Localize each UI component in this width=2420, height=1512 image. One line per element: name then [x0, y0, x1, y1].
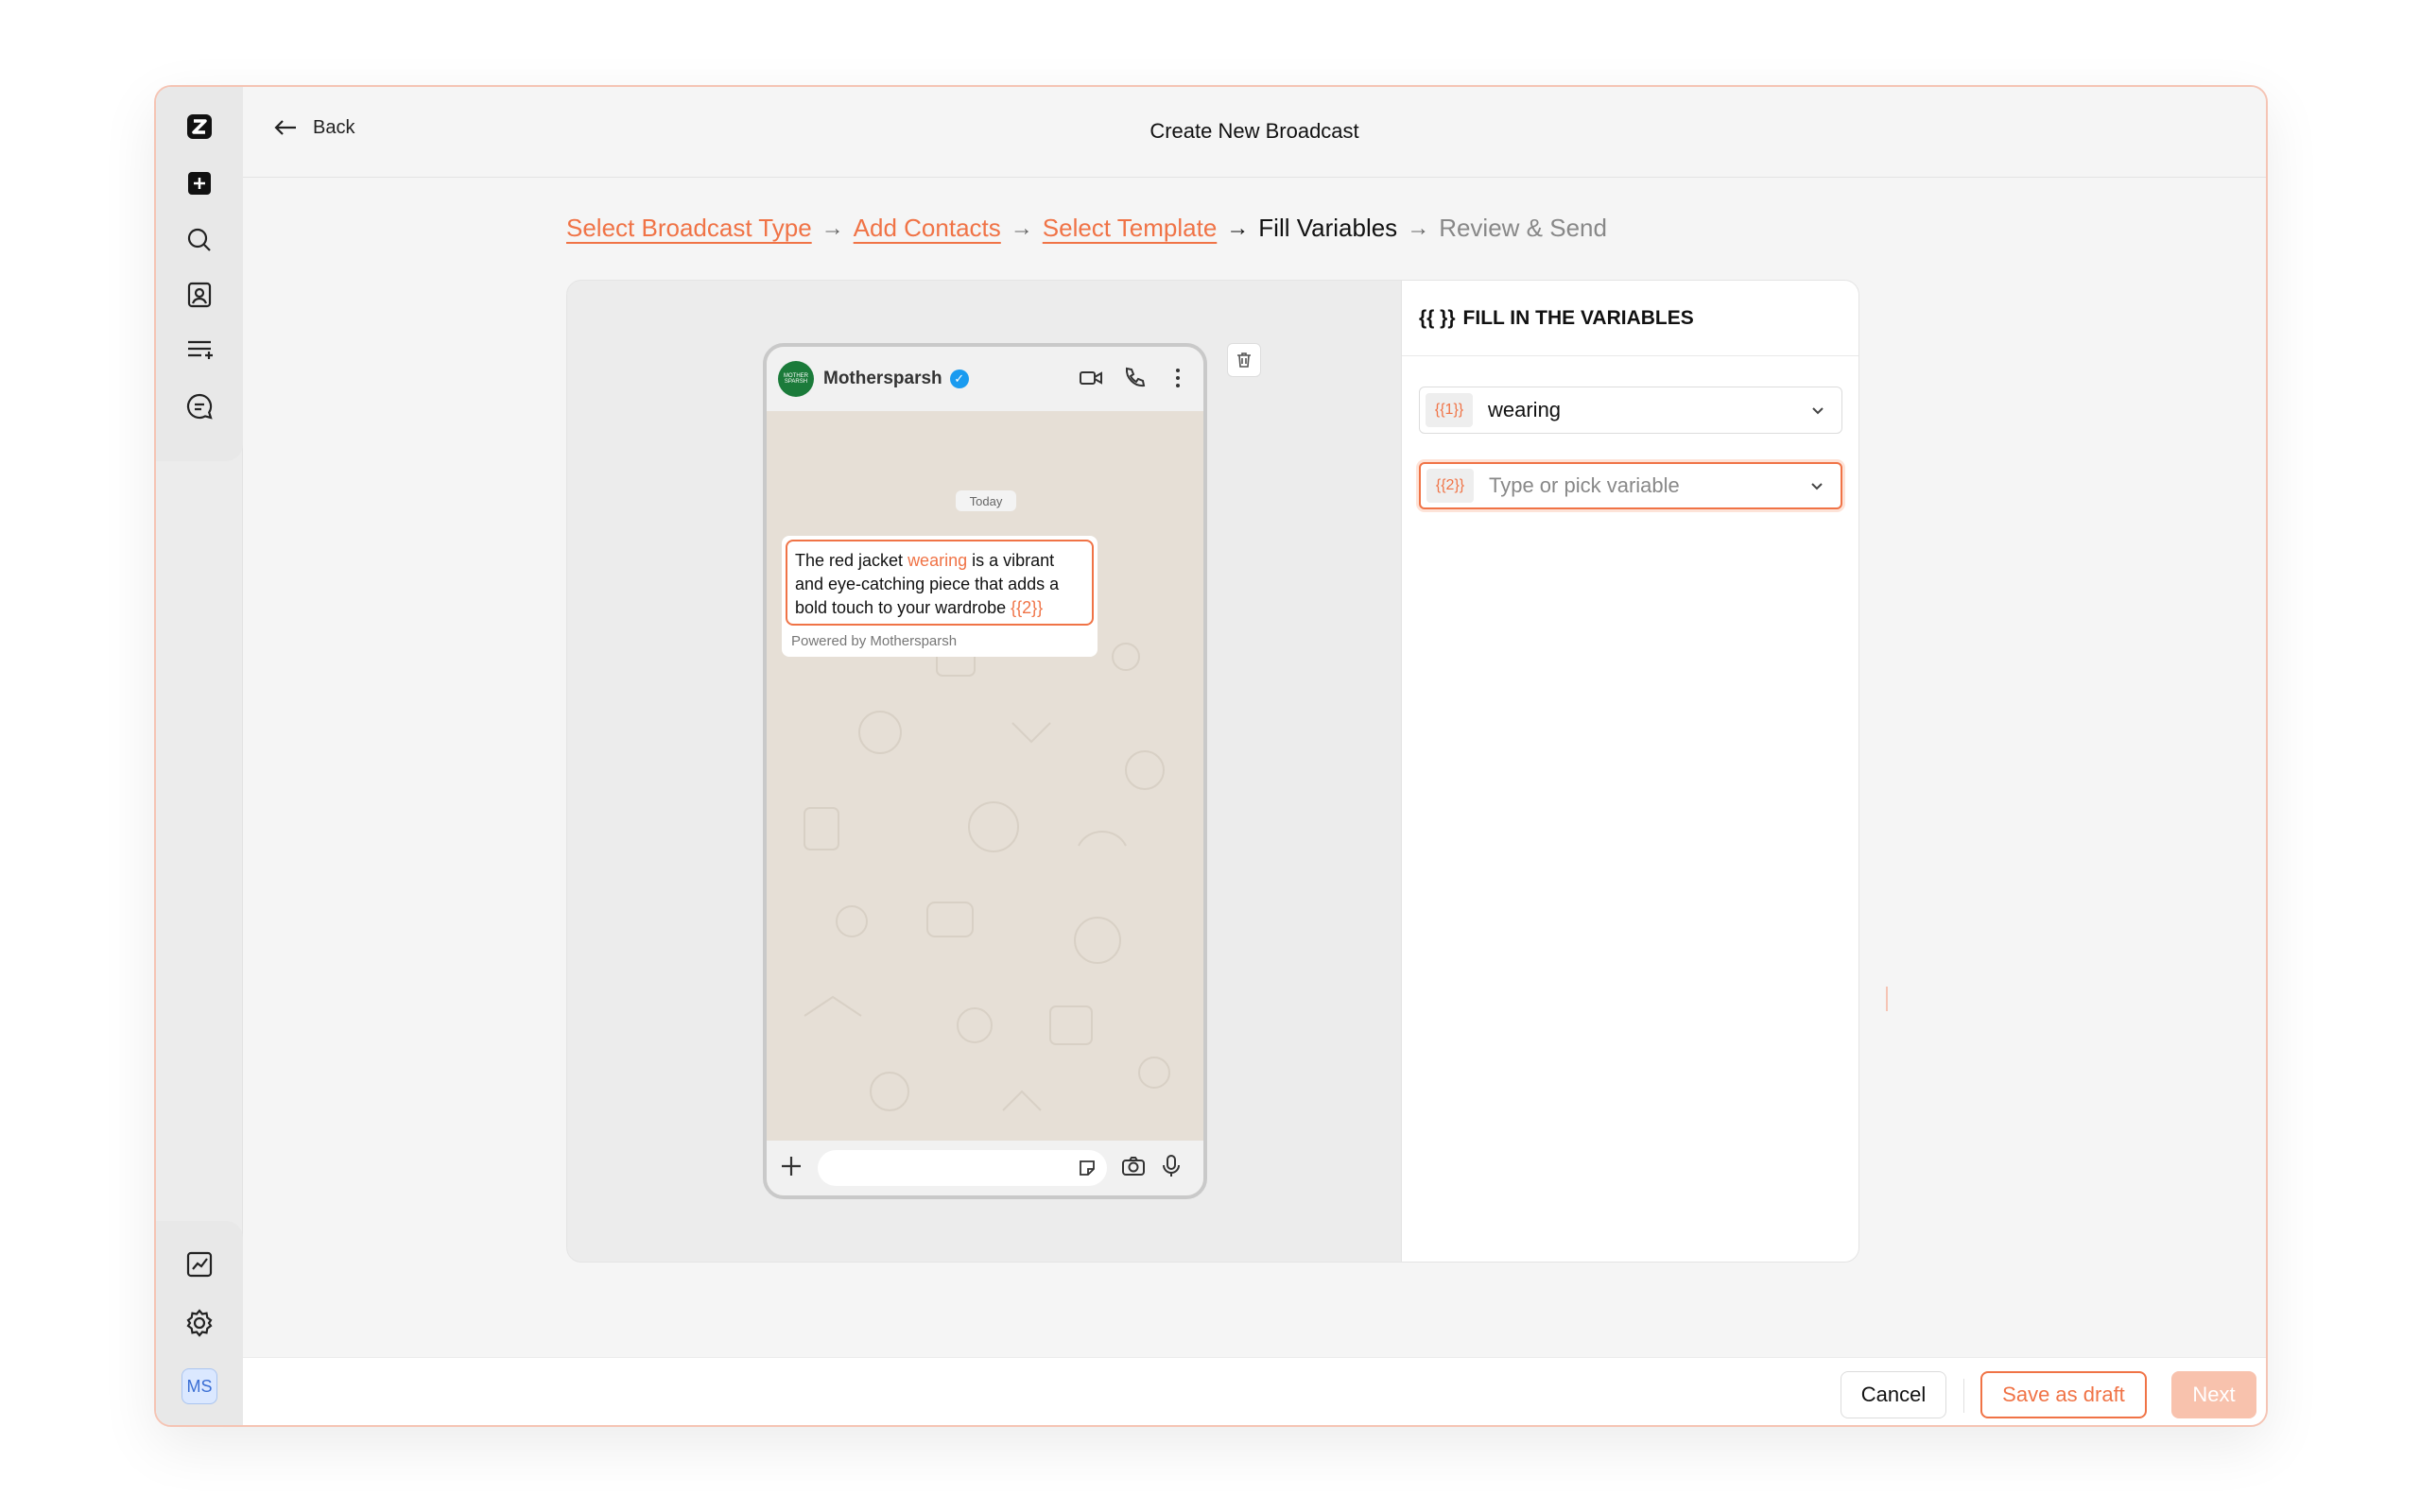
message-preview-phone: MOTHER SPARSH Mothersparsh ✓ Today The r…: [763, 343, 1207, 1199]
delete-button[interactable]: [1227, 343, 1261, 377]
footer-action-bar: Cancel Save as draft Next: [243, 1357, 2266, 1425]
sidebar: MS: [156, 87, 243, 1425]
message-bubble: The red jacket wearing is a vibrant and …: [782, 536, 1098, 657]
divider: [1963, 1379, 1964, 1413]
variable-1-select[interactable]: {{1}} wearing: [1419, 387, 1842, 434]
broadcast-card: MOTHER SPARSH Mothersparsh ✓ Today The r…: [566, 280, 1859, 1263]
variable-2-placeholder: {{2}}: [1011, 598, 1044, 617]
text-cursor: [1886, 987, 1888, 1011]
contacts-icon[interactable]: [181, 276, 218, 314]
camera-icon: [1120, 1153, 1147, 1184]
wallpaper-doodles: [804, 610, 1170, 1111]
variable-1-value: wearing: [908, 551, 968, 570]
new-item-icon[interactable]: [181, 164, 218, 202]
chat-icon[interactable]: [181, 387, 218, 425]
variables-panel-header: {{ }} FILL IN THE VARIABLES: [1402, 281, 1858, 356]
step-arrow: →: [1407, 215, 1430, 241]
variable-2-select[interactable]: {{2}} Type or pick variable: [1419, 462, 1842, 509]
chat-wallpaper: Today The red jacket wearing is a vibran…: [767, 411, 1203, 1141]
verified-badge-icon: ✓: [949, 369, 969, 388]
step-arrow: →: [1010, 215, 1033, 241]
step-add-contacts[interactable]: Add Contacts: [854, 214, 1001, 243]
chat-input-bar: [767, 1141, 1203, 1195]
message-input: [818, 1150, 1107, 1186]
message-text: The red jacket: [795, 551, 908, 570]
microphone-icon: [1158, 1153, 1184, 1184]
user-avatar[interactable]: MS: [182, 1368, 217, 1404]
contact-name: Mothersparsh: [823, 369, 942, 388]
save-draft-button[interactable]: Save as draft: [1980, 1371, 2147, 1418]
plus-icon: [778, 1153, 804, 1184]
video-call-icon: [1080, 371, 1102, 385]
variable-tag: {{2}}: [1426, 469, 1474, 503]
step-review-send: Review & Send: [1439, 214, 1607, 242]
settings-icon[interactable]: [181, 1304, 218, 1342]
brand-logo: MOTHER SPARSH: [778, 361, 814, 397]
page-title: Create New Broadcast: [1150, 119, 1359, 143]
sticker-icon: [1080, 1160, 1095, 1176]
step-fill-variables: Fill Variables: [1258, 214, 1398, 242]
variable-tag: {{1}}: [1426, 393, 1473, 427]
variable-2-placeholder[interactable]: Type or pick variable: [1489, 473, 1806, 498]
analytics-icon[interactable]: [181, 1246, 218, 1283]
breadcrumb-stepper: Select Broadcast Type → Add Contacts → S…: [566, 214, 1607, 243]
variable-braces-icon: {{ }}: [1419, 306, 1456, 329]
app-logo-icon[interactable]: [181, 108, 218, 146]
chat-header: MOTHER SPARSH Mothersparsh ✓: [767, 347, 1203, 411]
date-chip: Today: [956, 490, 1016, 511]
trash-icon: [1237, 352, 1251, 368]
next-button[interactable]: Next: [2171, 1371, 2256, 1418]
phone-call-icon: [1125, 367, 1146, 387]
step-select-broadcast-type[interactable]: Select Broadcast Type: [566, 214, 812, 243]
chevron-down-icon[interactable]: [1806, 475, 1827, 496]
step-select-template[interactable]: Select Template: [1043, 214, 1218, 243]
chevron-down-icon[interactable]: [1807, 400, 1828, 421]
header: Back Create New Broadcast: [243, 87, 2266, 178]
variables-panel: {{ }} FILL IN THE VARIABLES {{1}} wearin…: [1401, 281, 1858, 1262]
app-window: MS Back Create New Broadcast Select Broa…: [154, 85, 2268, 1427]
powered-by-footer: Powered by Mothersparsh: [791, 633, 958, 649]
message-body: The red jacket wearing is a vibrant and …: [786, 540, 1094, 626]
variables-heading: FILL IN THE VARIABLES: [1462, 306, 1694, 329]
step-arrow: →: [821, 215, 844, 241]
step-arrow: →: [1226, 215, 1250, 241]
cancel-button[interactable]: Cancel: [1841, 1371, 1946, 1418]
variable-1-value: wearing: [1488, 398, 1562, 421]
broadcast-list-icon[interactable]: [181, 331, 218, 369]
more-vertical-icon: [1176, 369, 1180, 387]
search-icon[interactable]: [181, 221, 218, 259]
